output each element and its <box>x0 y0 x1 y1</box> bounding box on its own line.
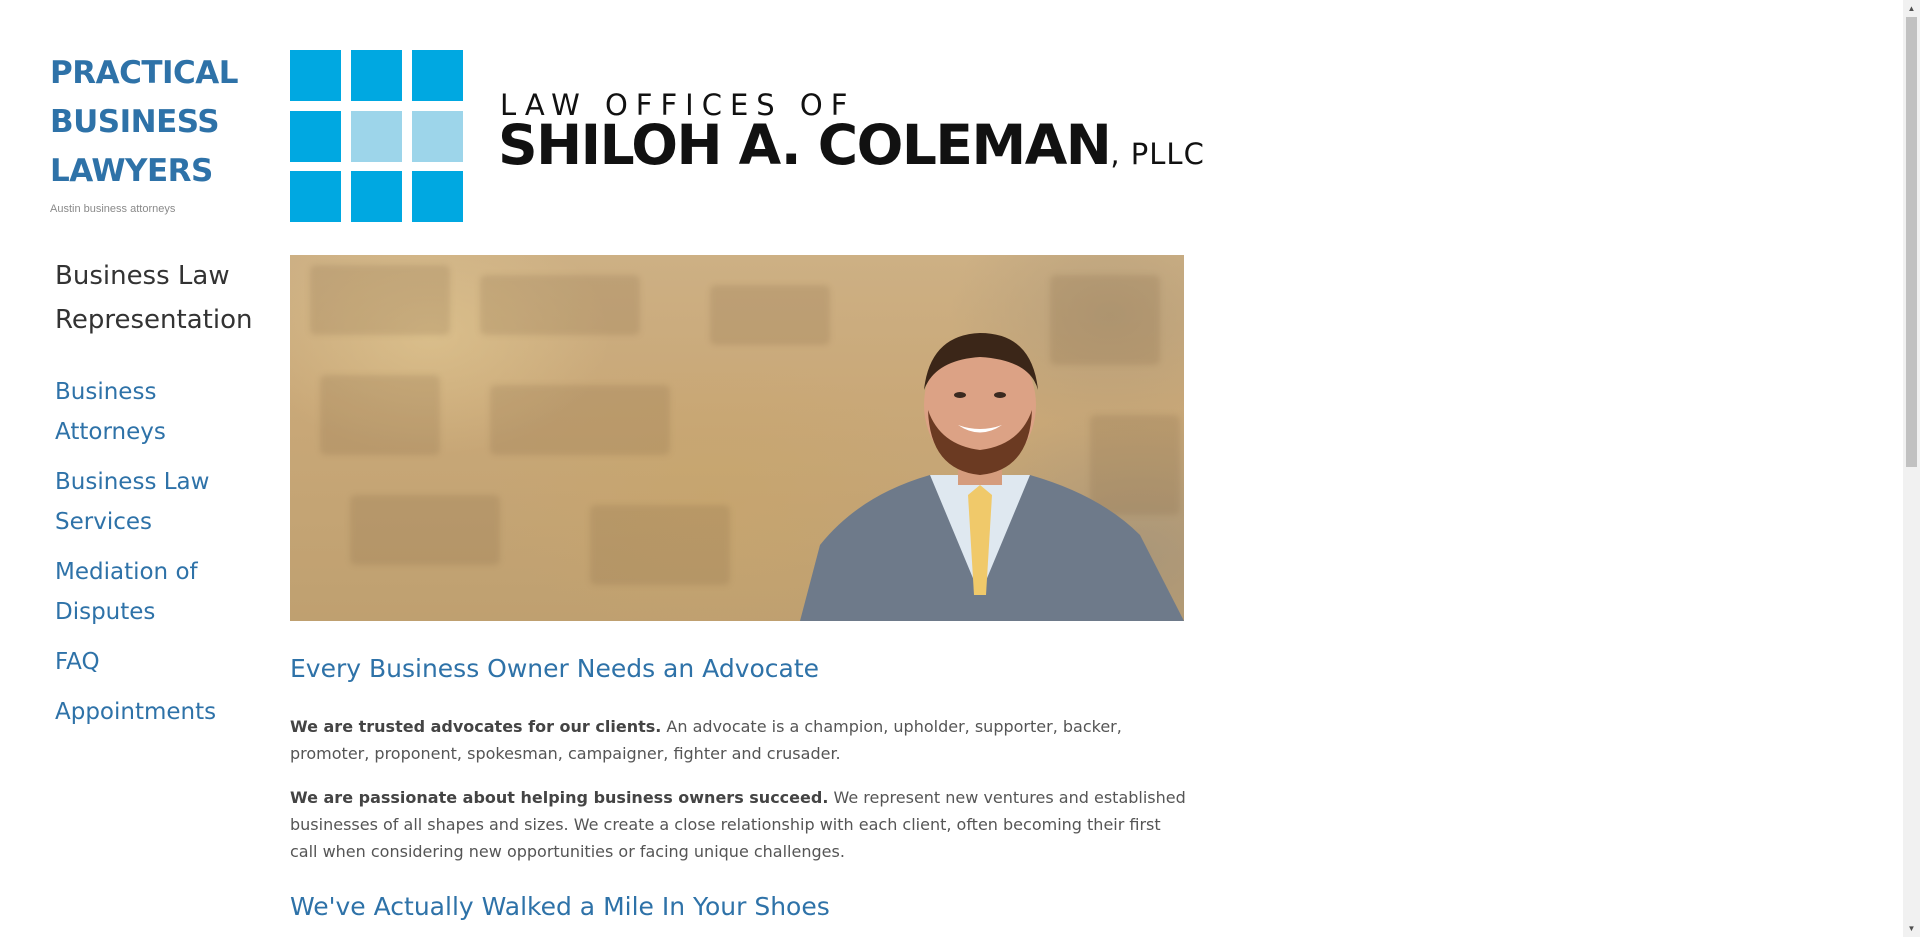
logo-square <box>290 111 341 162</box>
stone-block <box>310 265 450 335</box>
nav-item-mediation-of-disputes[interactable]: Mediation of Disputes <box>55 552 255 632</box>
scroll-thumb[interactable] <box>1906 17 1917 467</box>
logo-square <box>351 111 402 162</box>
logo-square <box>351 50 402 101</box>
nav-current-page[interactable]: Business Law Representation <box>55 254 270 342</box>
logo-square <box>412 171 463 222</box>
logo-square <box>290 171 341 222</box>
hero-photo <box>290 255 1184 621</box>
attorney-portrait <box>800 333 1184 621</box>
logo-firm-name: SHILOH A. COLEMAN <box>498 113 1112 177</box>
logo-suffix: , PLLC <box>1110 137 1205 171</box>
logo-grid-icon <box>290 50 463 222</box>
stone-block <box>480 275 640 335</box>
nav-item-business-law-services[interactable]: Business Law Services <box>55 462 255 542</box>
logo-square <box>412 111 463 162</box>
site-tagline: Austin business attorneys <box>50 203 176 215</box>
stone-block <box>590 505 730 585</box>
stone-block <box>350 495 500 565</box>
page-scrollbar[interactable]: ▲ ▼ <box>1903 0 1920 937</box>
scroll-up-arrow-icon[interactable]: ▲ <box>1903 0 1920 17</box>
logo-square <box>351 171 402 222</box>
logo-line-2: SHILOH A. COLEMAN, PLLC <box>498 118 1205 173</box>
paragraph-passionate: We are passionate about helping business… <box>290 784 1190 865</box>
firm-logo[interactable]: LAW OFFICES OF SHILOH A. COLEMAN, PLLC <box>290 50 1204 222</box>
stone-block <box>490 385 670 455</box>
nav-item-faq[interactable]: FAQ <box>55 642 255 682</box>
paragraph-advocates: We are trusted advocates for our clients… <box>290 713 1190 767</box>
site-title[interactable]: PRACTICAL BUSINESS LAWYERS <box>50 49 250 196</box>
nav-item-appointments[interactable]: Appointments <box>55 692 255 732</box>
stone-block <box>320 375 440 455</box>
heading-walked-mile: We've Actually Walked a Mile In Your Sho… <box>290 892 830 921</box>
heading-advocate: Every Business Owner Needs an Advocate <box>290 654 820 683</box>
scroll-down-arrow-icon[interactable]: ▼ <box>1903 920 1920 937</box>
paragraph-advocates-lead: We are trusted advocates for our clients… <box>290 717 662 736</box>
nav-item-business-attorneys[interactable]: Business Attorneys <box>55 372 255 452</box>
logo-square <box>412 50 463 101</box>
logo-square <box>290 50 341 101</box>
paragraph-passionate-lead: We are passionate about helping business… <box>290 788 829 807</box>
